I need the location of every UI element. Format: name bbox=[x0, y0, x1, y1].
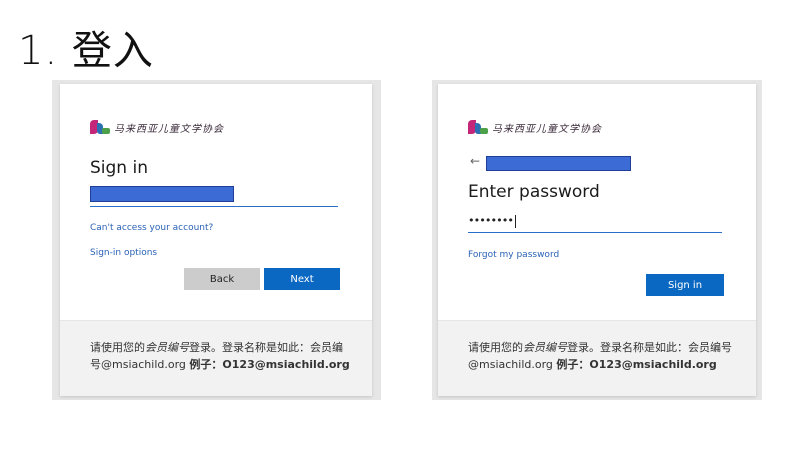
signin-footer-note: 请使用您的会员编号登录。登录名称是如此：会员编号@msiachild.org 例… bbox=[60, 320, 372, 396]
footer-example: 例子：O123@msiachild.org bbox=[189, 358, 350, 371]
logo-text: 马来西亚儿童文学协会 bbox=[114, 123, 224, 135]
org-logo: 马来西亚儿童文学协会 bbox=[468, 118, 602, 136]
footer-text-1: 请使用您的 bbox=[90, 341, 145, 354]
footer-text-2: 会员编号 bbox=[145, 341, 189, 354]
redacted-email bbox=[90, 186, 234, 202]
cant-access-account-link[interactable]: Can't access your account? bbox=[90, 223, 213, 233]
password-card: 马来西亚儿童文学协会 ← Enter password •••••••• For… bbox=[438, 84, 756, 396]
password-screenshot: 马来西亚儿童文学协会 ← Enter password •••••••• For… bbox=[432, 80, 762, 400]
back-arrow-icon[interactable]: ← bbox=[470, 154, 480, 168]
footer-example: 例子：O123@msiachild.org bbox=[556, 358, 717, 371]
footer-text-1: 请使用您的 bbox=[468, 341, 523, 354]
forgot-password-link[interactable]: Forgot my password bbox=[468, 250, 559, 260]
back-button[interactable]: Back bbox=[184, 268, 260, 290]
password-value: •••••••• bbox=[468, 214, 516, 228]
redacted-email bbox=[486, 156, 631, 171]
password-input[interactable]: •••••••• bbox=[468, 212, 722, 233]
password-heading: Enter password bbox=[468, 182, 600, 202]
email-input[interactable] bbox=[90, 186, 338, 207]
password-footer-note: 请使用您的会员编号登录。登录名称是如此：会员编号@msiachild.org 例… bbox=[438, 320, 756, 396]
logo-mark-icon bbox=[468, 119, 488, 135]
logo-mark-icon bbox=[90, 119, 110, 135]
signin-button[interactable]: Sign in bbox=[646, 274, 724, 296]
footer-text-2: 会员编号 bbox=[523, 341, 567, 354]
logo-text: 马来西亚儿童文学协会 bbox=[492, 123, 602, 135]
org-logo: 马来西亚儿童文学协会 bbox=[90, 118, 224, 136]
signin-screenshot: 马来西亚儿童文学协会 Sign in Can't access your acc… bbox=[52, 80, 381, 400]
next-button[interactable]: Next bbox=[264, 268, 340, 290]
signin-options-link[interactable]: Sign-in options bbox=[90, 248, 157, 258]
signin-heading: Sign in bbox=[90, 158, 148, 178]
signin-card: 马来西亚儿童文学协会 Sign in Can't access your acc… bbox=[60, 84, 372, 396]
slide-title: 1. 登入 bbox=[18, 28, 154, 74]
